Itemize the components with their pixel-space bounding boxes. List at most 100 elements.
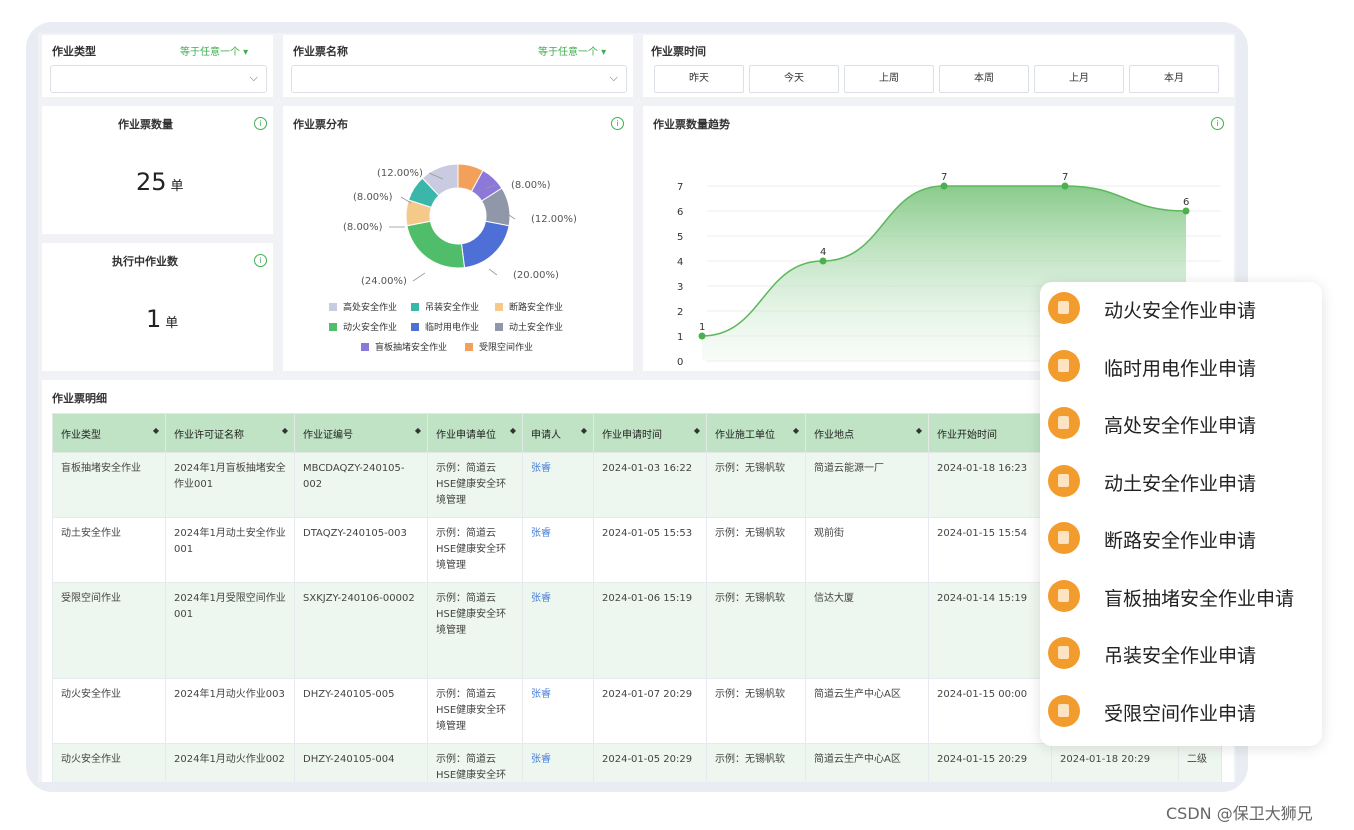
document-icon: [1048, 580, 1080, 612]
data-point[interactable]: [940, 182, 948, 190]
stat-running-unit: 单: [165, 316, 179, 331]
legend-swatch: [329, 322, 337, 331]
legend-swatch: [495, 302, 503, 311]
y-tick-label: 2: [677, 307, 683, 318]
table-cell: 2024-01-06 15:19: [593, 582, 707, 679]
column-header[interactable]: 作业申请时间 ◆: [593, 413, 707, 453]
legend-label: 吊装安全作业: [425, 303, 480, 313]
table-cell: DHZY-240105-004: [294, 743, 428, 782]
info-icon[interactable]: i: [254, 117, 267, 130]
table-cell: 示例：简道云HSE健康安全环境管理: [427, 678, 523, 744]
menu-item-blinding[interactable]: 盲板抽堵安全作业申请: [1048, 578, 1318, 618]
y-tick-label: 0: [677, 357, 683, 368]
column-header[interactable]: 作业开始时间: [928, 413, 1052, 453]
table-row[interactable]: 动火安全作业 2024年1月动火作业002 DHZY-240105-004 示例：简道…: [52, 743, 1222, 782]
menu-item-road-break[interactable]: 断路安全作业申请: [1048, 520, 1318, 560]
column-header-label: 作业地点: [814, 429, 854, 441]
pie-card: 作业票分布 i (12.00%) (8.00%) (8.00%) (24.00%) (2…: [283, 106, 633, 371]
menu-item-temp-power[interactable]: 临时用电作业申请: [1048, 348, 1318, 388]
table-cell[interactable]: 张睿: [522, 582, 594, 679]
filter-type-label: 作业类型: [52, 45, 96, 58]
legend-label: 动火安全作业: [343, 323, 398, 333]
column-header-label: 作业申请单位: [436, 429, 496, 441]
info-icon[interactable]: i: [254, 254, 267, 267]
menu-item-confined-space[interactable]: 受限空间作业申请: [1048, 693, 1318, 733]
pie-slice[interactable]: [460, 220, 510, 269]
legend-item[interactable]: 动土安全作业: [495, 320, 563, 333]
table-cell[interactable]: 张睿: [522, 452, 594, 518]
sort-icon[interactable]: ◆: [510, 426, 516, 435]
column-header[interactable]: 作业申请单位 ◆: [427, 413, 523, 453]
column-header-label: 作业类型: [61, 429, 101, 441]
legend-item[interactable]: 临时用电作业: [411, 320, 479, 333]
stat-count-number: 25: [136, 168, 167, 196]
data-point[interactable]: [819, 257, 827, 265]
table-cell[interactable]: 张睿: [522, 743, 594, 782]
legend-item[interactable]: 受限空间作业: [465, 340, 533, 353]
table-cell: 2024-01-15 00:00: [928, 678, 1052, 744]
sort-icon[interactable]: ◆: [282, 426, 288, 435]
time-btn-this-week[interactable]: 本周: [939, 65, 1029, 93]
filter-name-select[interactable]: ⌵: [291, 65, 627, 93]
table-cell: DHZY-240105-005: [294, 678, 428, 744]
legend-swatch: [361, 342, 369, 351]
filter-name-mode[interactable]: 等于任意一个 ▾: [538, 43, 606, 58]
table-cell: 二级: [1178, 743, 1222, 782]
legend-item[interactable]: 断路安全作业: [495, 300, 563, 313]
column-header[interactable]: 作业类型 ◆: [52, 413, 166, 453]
data-point[interactable]: [698, 332, 706, 340]
time-btn-this-month[interactable]: 本月: [1129, 65, 1219, 93]
menu-item-lifting[interactable]: 吊装安全作业申请: [1048, 635, 1318, 675]
legend-item[interactable]: 吊装安全作业: [411, 300, 479, 313]
menu-item-label: 高处安全作业申请: [1104, 415, 1257, 437]
y-tick-label: 4: [677, 257, 683, 268]
column-header[interactable]: 作业地点 ◆: [805, 413, 929, 453]
data-label: 1: [699, 322, 705, 333]
sort-icon[interactable]: ◆: [415, 426, 421, 435]
column-header-label: 作业施工单位: [715, 429, 775, 441]
time-btn-last-week[interactable]: 上周: [844, 65, 934, 93]
time-btn-last-month[interactable]: 上月: [1034, 65, 1124, 93]
data-point[interactable]: [1061, 182, 1069, 190]
legend-item[interactable]: 高处安全作业: [329, 300, 397, 313]
column-header-label: 作业申请时间: [602, 429, 662, 441]
y-tick-label: 3: [677, 282, 683, 293]
menu-item-label: 动火安全作业申请: [1104, 300, 1257, 322]
filter-type-select[interactable]: ⌵: [50, 65, 267, 93]
time-btn-yesterday[interactable]: 昨天: [654, 65, 744, 93]
table-cell: MBCDAQZY-240105-002: [294, 452, 428, 518]
table-cell: 2024-01-05 20:29: [593, 743, 707, 782]
column-header[interactable]: 申请人 ◆: [522, 413, 594, 453]
sort-icon[interactable]: ◆: [793, 426, 799, 435]
stat-running-value: 1单: [146, 305, 178, 333]
table-cell: 示例：无锡帆软: [706, 678, 806, 744]
column-header[interactable]: 作业证编号 ◆: [294, 413, 428, 453]
document-icon: [1048, 292, 1080, 324]
legend-label: 动土安全作业: [509, 323, 564, 333]
sort-icon[interactable]: ◆: [916, 426, 922, 435]
sort-icon[interactable]: ◆: [694, 426, 700, 435]
table-cell[interactable]: 张睿: [522, 678, 594, 744]
legend-item[interactable]: 盲板抽堵安全作业: [361, 340, 447, 353]
column-header[interactable]: 作业施工单位 ◆: [706, 413, 806, 453]
table-cell: 简道云能源一厂: [805, 452, 929, 518]
table-cell: 2024年1月动土安全作业001: [165, 517, 295, 583]
menu-item-fire[interactable]: 动火安全作业申请: [1048, 290, 1318, 330]
sort-icon[interactable]: ◆: [581, 426, 587, 435]
table-cell[interactable]: 张睿: [522, 517, 594, 583]
pie-slice[interactable]: [406, 220, 466, 269]
menu-item-height[interactable]: 高处安全作业申请: [1048, 405, 1318, 445]
pie-label: (8.00%): [343, 222, 383, 233]
data-point[interactable]: [1182, 207, 1190, 215]
column-header[interactable]: 作业许可证名称 ◆: [165, 413, 295, 453]
table-cell: 示例：无锡帆软: [706, 517, 806, 583]
menu-item-excavation[interactable]: 动土安全作业申请: [1048, 463, 1318, 503]
sort-icon[interactable]: ◆: [153, 426, 159, 435]
legend-item[interactable]: 动火安全作业: [329, 320, 397, 333]
watermark: CSDN @保卫大狮兄: [1166, 804, 1313, 823]
time-btn-today[interactable]: 今天: [749, 65, 839, 93]
chevron-down-icon: ⌵: [249, 71, 258, 84]
column-header-label: 作业许可证名称: [174, 429, 244, 441]
filter-type-mode[interactable]: 等于任意一个 ▾: [180, 43, 248, 58]
stat-running-card: 执行中作业数 i 1单: [42, 243, 273, 371]
